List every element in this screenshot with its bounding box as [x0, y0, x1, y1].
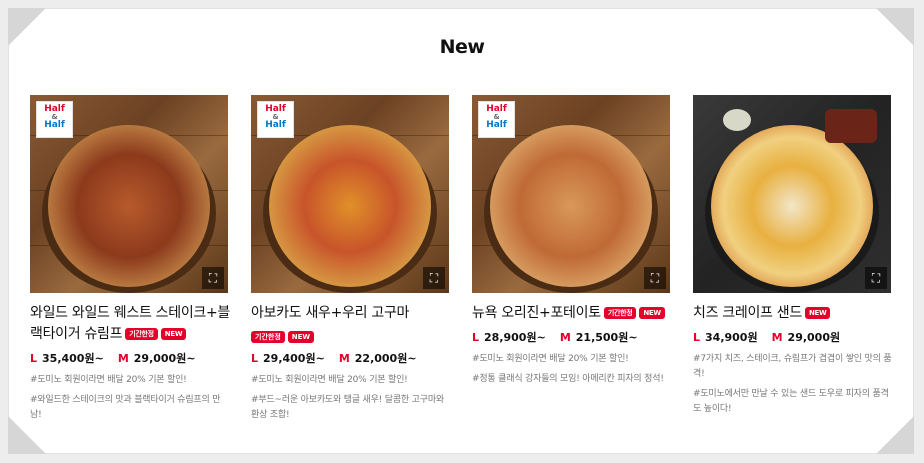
tag-row: 기간한정 NEW: [251, 326, 451, 345]
new-tag: NEW: [287, 330, 315, 343]
price-large: 35,400원~: [42, 352, 104, 365]
menu-name[interactable]: 아보카도 새우+우리 고구마: [251, 303, 451, 324]
limited-tag: 기간한정: [251, 330, 285, 343]
price-row: L 35,400원~ M 29,000원~: [30, 352, 196, 365]
price-row: L 29,400원~ M 22,000원~: [251, 352, 417, 365]
price-row: L 28,900원~ M 21,500원~: [472, 331, 638, 344]
zoom-icon[interactable]: ⛶: [202, 267, 224, 289]
menu-card[interactable]: ⛶ 치즈 크레이프 샌드 NEW L 34,900원 M 29,000원 #7가지 치즈…: [693, 95, 893, 422]
price-medium: 21,500원~: [575, 331, 638, 344]
steak-shrimp-image: [825, 109, 877, 143]
price-medium: 29,000원~: [133, 352, 196, 365]
limited-tag: 기간한정: [125, 328, 158, 340]
price-large: 28,900원~: [484, 331, 546, 344]
menu-description: #도미노 회원이라면 배달 20% 기본 할인! #와일드한 스테이크의 맛과 블…: [30, 375, 221, 420]
half-and-half-badge: Half & Half: [257, 101, 294, 138]
menu-card[interactable]: Half & Half ⛶ 뉴욕 오리진+포테이토 기간한정 NEW L 28,900원~…: [472, 95, 672, 392]
menu-description: #도미노 회원이라면 배달 20% 기본 할인! #부드~러운 아보카도와 탱글 …: [251, 375, 444, 420]
half-and-half-badge: Half & Half: [36, 101, 73, 138]
limited-tag: 기간한정: [603, 307, 637, 319]
menu-card[interactable]: Half & Half ⛶ 아보카도 새우+우리 고구마 기간한정 NEW L 29,4…: [251, 95, 451, 428]
price-large: 34,900원: [705, 331, 758, 344]
price-large: 29,400원~: [263, 352, 325, 365]
section-title: New: [439, 36, 485, 58]
zoom-icon[interactable]: ⛶: [423, 267, 445, 289]
new-tag: NEW: [639, 307, 665, 319]
side-dish-image: [723, 109, 751, 131]
menu-name[interactable]: 와일드 와일드 웨스트 스테이크+블랙타이거 슈림프 기간한정 NEW: [30, 303, 230, 345]
half-and-half-badge: Half & Half: [478, 101, 515, 138]
menu-card[interactable]: Half & Half ⛶ 와일드 와일드 웨스트 스테이크+블랙타이거 슈림프 기간…: [30, 95, 230, 428]
menu-description: #도미노 회원이라면 배달 20% 기본 할인! #정통 클래식 강자들의 모임!…: [472, 354, 664, 384]
new-tag: NEW: [160, 328, 187, 340]
new-tag: NEW: [804, 307, 831, 319]
pizza-image[interactable]: Half & Half ⛶: [30, 95, 228, 293]
pizza-image[interactable]: Half & Half ⛶: [251, 95, 449, 293]
zoom-icon[interactable]: ⛶: [644, 267, 666, 289]
menu-name[interactable]: 치즈 크레이프 샌드 NEW: [693, 303, 893, 324]
pizza-image[interactable]: ⛶: [693, 95, 891, 293]
menu-name[interactable]: 뉴욕 오리진+포테이토 기간한정 NEW: [472, 303, 672, 324]
price-medium: 29,000원: [787, 331, 841, 344]
price-medium: 22,000원~: [354, 352, 417, 365]
pizza-image[interactable]: Half & Half ⛶: [472, 95, 670, 293]
zoom-icon[interactable]: ⛶: [865, 267, 887, 289]
menu-description: #7가지 치즈, 스테이크, 슈림프가 겹겹이 쌓인 맛의 품격! #도미노에서만…: [693, 354, 892, 414]
price-row: L 34,900원 M 29,000원: [693, 331, 841, 344]
